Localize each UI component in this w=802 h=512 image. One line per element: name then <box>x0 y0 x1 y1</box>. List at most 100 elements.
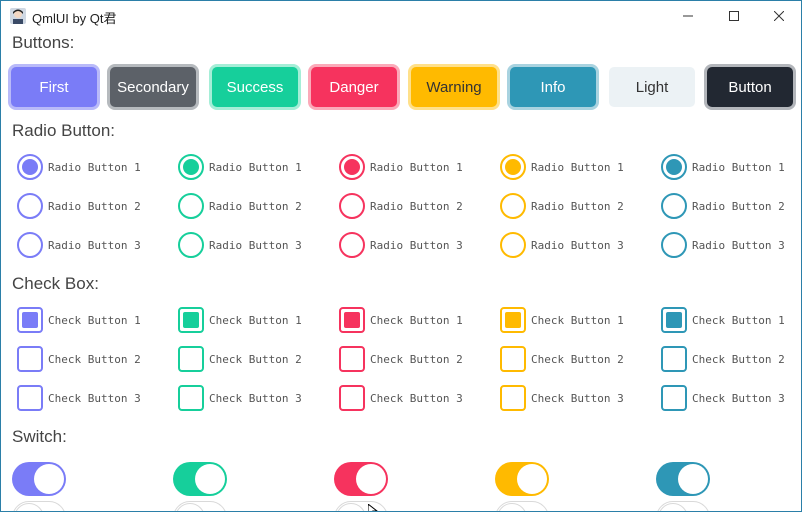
radio-button-3[interactable]: Radio Button 3 <box>178 230 338 260</box>
radio-button-3[interactable]: Radio Button 3 <box>661 230 801 260</box>
radio-button-1[interactable]: Radio Button 1 <box>339 152 499 182</box>
switch-off[interactable] <box>12 501 66 511</box>
radio-label: Radio Button 3 <box>48 238 141 252</box>
radio-button-3[interactable]: Radio Button 3 <box>17 230 177 260</box>
checkbox-label: Check Button 2 <box>692 352 785 366</box>
checkbox-checked-fill <box>22 312 38 328</box>
switch-off[interactable] <box>334 501 388 511</box>
switch-on[interactable] <box>173 462 227 496</box>
radio-label: Radio Button 1 <box>692 160 785 174</box>
checkbox-2[interactable]: Check Button 2 <box>339 344 499 374</box>
checkbox-1[interactable]: Check Button 1 <box>661 305 801 335</box>
radio-label: Radio Button 3 <box>692 238 785 252</box>
button-first[interactable]: First <box>11 67 97 107</box>
checkbox-3[interactable]: Check Button 3 <box>178 383 338 413</box>
button-info[interactable]: Info <box>510 67 596 107</box>
button-warning[interactable]: Warning <box>411 67 497 107</box>
radio-button-1[interactable]: Radio Button 1 <box>17 152 177 182</box>
radio-label: Radio Button 1 <box>209 160 302 174</box>
switch-knob <box>497 503 527 511</box>
checkbox-label: Check Button 2 <box>48 352 141 366</box>
radio-label: Radio Button 2 <box>531 199 624 213</box>
radio-button-2[interactable]: Radio Button 2 <box>500 191 660 221</box>
button-label: Warning <box>426 78 482 96</box>
minimize-button[interactable] <box>665 1 711 31</box>
radio-button-3[interactable]: Radio Button 3 <box>339 230 499 260</box>
checkbox-checked-fill <box>666 312 682 328</box>
checkbox-heading: Check Box: <box>12 274 99 293</box>
checkbox-1[interactable]: Check Button 1 <box>339 305 499 335</box>
switch-on[interactable] <box>12 462 66 496</box>
close-button[interactable] <box>756 1 801 31</box>
button-button[interactable]: Button <box>707 67 793 107</box>
checkbox-3[interactable]: Check Button 3 <box>500 383 660 413</box>
switch-off[interactable] <box>656 501 710 511</box>
radio-label: Radio Button 2 <box>692 199 785 213</box>
app-window: QmlUI by Qt君 Buttons: First Secondary Succ… <box>0 0 802 512</box>
button-danger[interactable]: Danger <box>311 67 397 107</box>
checkbox-2[interactable]: Check Button 2 <box>500 344 660 374</box>
switch-off[interactable] <box>495 501 549 511</box>
checkbox-2[interactable]: Check Button 2 <box>178 344 338 374</box>
button-light[interactable]: Light <box>609 67 695 107</box>
radio-indicator <box>17 193 43 219</box>
maximize-button[interactable] <box>711 1 757 31</box>
radio-label: Radio Button 3 <box>370 238 463 252</box>
checkbox-indicator <box>339 385 365 411</box>
checkbox-2[interactable]: Check Button 2 <box>661 344 801 374</box>
checkbox-1[interactable]: Check Button 1 <box>17 305 177 335</box>
checkbox-3[interactable]: Check Button 3 <box>339 383 499 413</box>
checkbox-indicator <box>17 346 43 372</box>
checkbox-indicator <box>500 307 526 333</box>
switch-off[interactable] <box>173 501 227 511</box>
window-title: QmlUI by Qt君 <box>32 11 117 26</box>
radio-label: Radio Button 1 <box>531 160 624 174</box>
checkbox-3[interactable]: Check Button 3 <box>661 383 801 413</box>
buttons-heading: Buttons: <box>12 33 75 52</box>
radio-selected-dot <box>505 159 521 175</box>
checkbox-label: Check Button 1 <box>531 313 624 327</box>
switch-on[interactable] <box>495 462 549 496</box>
radio-label: Radio Button 1 <box>370 160 463 174</box>
radio-label: Radio Button 2 <box>209 199 302 213</box>
button-label: Info <box>540 78 566 96</box>
button-success[interactable]: Success <box>212 67 298 107</box>
switch-knob <box>34 464 64 494</box>
radio-button-2[interactable]: Radio Button 2 <box>661 191 801 221</box>
switch-knob <box>517 464 547 494</box>
switch-on[interactable] <box>656 462 710 496</box>
radio-indicator <box>339 232 365 258</box>
checkbox-1[interactable]: Check Button 1 <box>178 305 338 335</box>
radio-indicator <box>500 193 526 219</box>
switch-knob <box>356 464 386 494</box>
switch-heading: Switch: <box>12 427 67 446</box>
switch-on[interactable] <box>334 462 388 496</box>
title-bar: QmlUI by Qt君 <box>1 1 801 31</box>
checkbox-2[interactable]: Check Button 2 <box>17 344 177 374</box>
radio-button-2[interactable]: Radio Button 2 <box>17 191 177 221</box>
switch-knob <box>14 503 44 511</box>
radio-button-1[interactable]: Radio Button 1 <box>500 152 660 182</box>
radio-label: Radio Button 2 <box>48 199 141 213</box>
button-label: First <box>39 78 69 96</box>
checkbox-3[interactable]: Check Button 3 <box>17 383 177 413</box>
radio-button-2[interactable]: Radio Button 2 <box>178 191 338 221</box>
radio-button-2[interactable]: Radio Button 2 <box>339 191 499 221</box>
checkbox-label: Check Button 2 <box>531 352 624 366</box>
radio-button-1[interactable]: Radio Button 1 <box>661 152 801 182</box>
radio-button-3[interactable]: Radio Button 3 <box>500 230 660 260</box>
button-secondary[interactable]: Secondary <box>110 67 196 107</box>
checkbox-label: Check Button 3 <box>209 391 302 405</box>
checkbox-checked-fill <box>505 312 521 328</box>
radio-indicator <box>17 232 43 258</box>
checkbox-indicator <box>661 346 687 372</box>
switch-knob <box>336 503 366 511</box>
button-label: Button <box>728 78 772 96</box>
checkbox-indicator <box>500 385 526 411</box>
button-label: Light <box>635 78 669 96</box>
radio-heading: Radio Button: <box>12 121 116 140</box>
checkbox-1[interactable]: Check Button 1 <box>500 305 660 335</box>
radio-selected-dot <box>344 159 360 175</box>
switch-knob <box>678 464 708 494</box>
radio-button-1[interactable]: Radio Button 1 <box>178 152 338 182</box>
